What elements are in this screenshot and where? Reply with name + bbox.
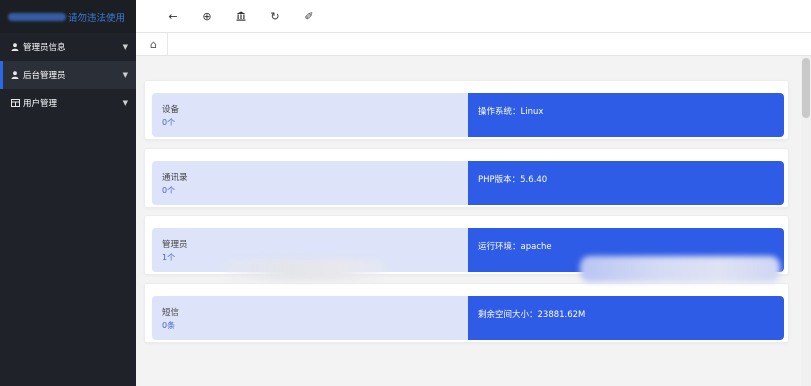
stat-card-contacts: 通讯录 0个 PHP版本：5.6.40 — [144, 148, 789, 208]
stat-title: 短信 — [162, 308, 180, 318]
table-icon — [10, 99, 20, 107]
stat-info: PHP版本：5.6.40 — [468, 161, 784, 205]
stat-card-left: 短信 0条 — [152, 296, 468, 340]
sidebar-item-admin-info[interactable]: 管理员信息 ▼ — [0, 33, 136, 61]
sidebar-item-backend-admin[interactable]: 后台管理员 ▼ — [0, 61, 136, 89]
redacted-logo-name — [8, 12, 66, 21]
stat-card-sms: 短信 0条 剩余空间大小：23881.62M — [144, 283, 789, 343]
broom-icon[interactable]: ✐ — [292, 0, 326, 33]
stat-card-left: 设备 0个 — [152, 93, 468, 137]
top-toolbar: ← ⊕ ↻ ✐ — [136, 0, 811, 33]
redaction-blur — [580, 256, 780, 282]
stat-info: 操作系统：Linux — [468, 93, 784, 137]
bank-icon[interactable] — [224, 0, 258, 33]
caret-down-icon: ▼ — [122, 71, 128, 79]
refresh-icon[interactable]: ↻ — [258, 0, 292, 33]
stat-title: 通讯录 — [162, 173, 188, 183]
logo-text: 请勿违法使用 — [68, 12, 126, 24]
stat-title: 管理员 — [162, 240, 188, 250]
sidebar-item-label: 管理员信息 — [23, 43, 66, 53]
stat-count[interactable]: 0个 — [162, 117, 458, 128]
stat-count[interactable]: 0条 — [162, 320, 458, 331]
user-icon — [10, 71, 20, 79]
stat-card-devices: 设备 0个 操作系统：Linux — [144, 80, 789, 140]
scrollbar-thumb[interactable] — [802, 58, 810, 118]
sidebar-item-label: 后台管理员 — [23, 71, 66, 81]
stat-count[interactable]: 0个 — [162, 185, 458, 196]
logo[interactable]: 请勿违法使用 — [0, 0, 136, 33]
sidebar: 请勿违法使用 管理员信息 ▼ 后台管理员 ▼ 用户管理 ▼ — [0, 0, 136, 386]
tab-bar: ⌂ — [136, 33, 811, 56]
caret-down-icon: ▼ — [122, 43, 128, 51]
stat-info: 剩余空间大小：23881.62M — [468, 296, 784, 340]
stat-card-left: 通讯录 0个 — [152, 161, 468, 205]
sidebar-item-user-management[interactable]: 用户管理 ▼ — [0, 89, 136, 117]
stat-title: 设备 — [162, 105, 180, 115]
target-icon[interactable]: ⊕ — [190, 0, 224, 33]
user-icon — [10, 43, 20, 51]
redaction-blur — [222, 259, 386, 281]
home-icon[interactable]: ⌂ — [140, 33, 168, 56]
caret-down-icon: ▼ — [122, 99, 128, 107]
sidebar-item-label: 用户管理 — [23, 99, 58, 109]
arrow-left-icon[interactable]: ← — [156, 0, 190, 33]
